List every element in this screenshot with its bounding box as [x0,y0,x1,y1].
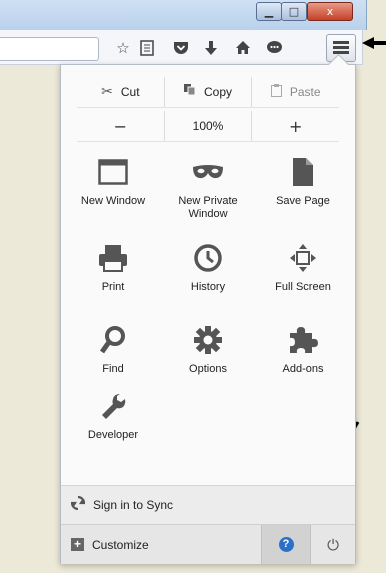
help-icon: ? [278,537,294,552]
history-button[interactable]: History [163,241,253,294]
annotation-arrow-top [362,37,386,49]
new-private-window-button[interactable]: New Private Window [163,155,253,221]
download-icon[interactable] [200,37,222,59]
scissors-icon: ✂ [101,84,113,100]
save-page-icon [258,155,348,189]
new-window-label: New Window [80,195,146,207]
sync-label: Sign in to Sync [93,498,174,512]
pocket-icon[interactable] [170,37,192,59]
cut-label: Cut [120,85,140,99]
full-screen-label: Full Screen [275,281,331,293]
help-button[interactable]: ? [261,525,310,564]
private-mask-icon [163,155,253,189]
paste-label: Paste [289,85,321,99]
customize-label: Customize [92,537,149,552]
copy-label: Copy [204,85,233,99]
print-label: Print [101,281,125,293]
puzzle-icon [258,323,348,357]
maximize-button[interactable]: □ [281,2,307,21]
new-window-icon [68,155,158,189]
reading-list-icon[interactable] [136,37,158,59]
quit-button[interactable]: ⏻ [310,525,355,564]
fullscreen-icon [258,241,348,275]
zoom-in-button[interactable]: + [252,111,339,141]
save-page-button[interactable]: Save Page [258,155,348,208]
gear-icon [163,323,253,357]
close-button[interactable]: x [307,2,353,21]
minimize-button[interactable]: ▁ [256,2,282,21]
developer-button[interactable]: Developer [68,389,158,442]
clock-icon [163,241,253,275]
home-icon[interactable] [232,37,254,59]
clipboard-icon [270,83,282,101]
zoom-level: 100% [192,119,224,133]
plus-box-icon: + [71,538,84,551]
edit-controls: ✂ Cut Copy Paste [77,77,339,108]
zoom-out-button[interactable]: − [77,111,165,141]
printer-icon [68,241,158,275]
add-ons-label: Add-ons [282,363,324,375]
window-titlebar: ▁ □ x [0,0,367,30]
minus-icon: − [113,116,128,136]
close-icon: x [326,5,334,18]
plus-icon: + [288,116,303,136]
add-ons-button[interactable]: Add-ons [258,323,348,376]
magnifier-icon [68,323,158,357]
wrench-icon [68,389,158,423]
zoom-controls: − 100% + [77,111,339,142]
find-label: Find [102,363,124,375]
copy-button[interactable]: Copy [165,77,253,107]
chat-icon[interactable] [263,37,285,59]
menu-footer: + Customize ? ⏻ [61,524,355,564]
maximize-icon: □ [288,5,300,18]
save-page-label: Save Page [276,195,330,207]
zoom-reset-button[interactable]: 100% [165,111,253,141]
options-label: Options [189,363,227,375]
cut-button[interactable]: ✂ Cut [77,77,165,107]
full-screen-button[interactable]: Full Screen [258,241,348,294]
developer-label: Developer [87,429,139,441]
new-window-button[interactable]: New Window [68,155,158,208]
options-button[interactable]: Options [163,323,253,376]
sync-icon [70,495,86,514]
app-menu-panel: ✂ Cut Copy Paste − 100% + New Window New… [60,64,356,564]
url-bar[interactable] [0,37,99,61]
star-icon[interactable]: ☆ [112,37,134,59]
new-private-window-label: New Private Window [178,195,238,220]
navigation-toolbar: ☆ [0,30,363,65]
customize-button[interactable]: + Customize [61,525,261,564]
power-icon: ⏻ [327,535,339,554]
find-button[interactable]: Find [68,323,158,376]
paste-button[interactable]: Paste [252,77,339,107]
sign-in-to-sync-button[interactable]: Sign in to Sync [61,485,355,524]
minimize-icon: ▁ [264,5,274,18]
copy-icon [184,84,196,100]
print-button[interactable]: Print [68,241,158,294]
history-label: History [190,281,226,293]
